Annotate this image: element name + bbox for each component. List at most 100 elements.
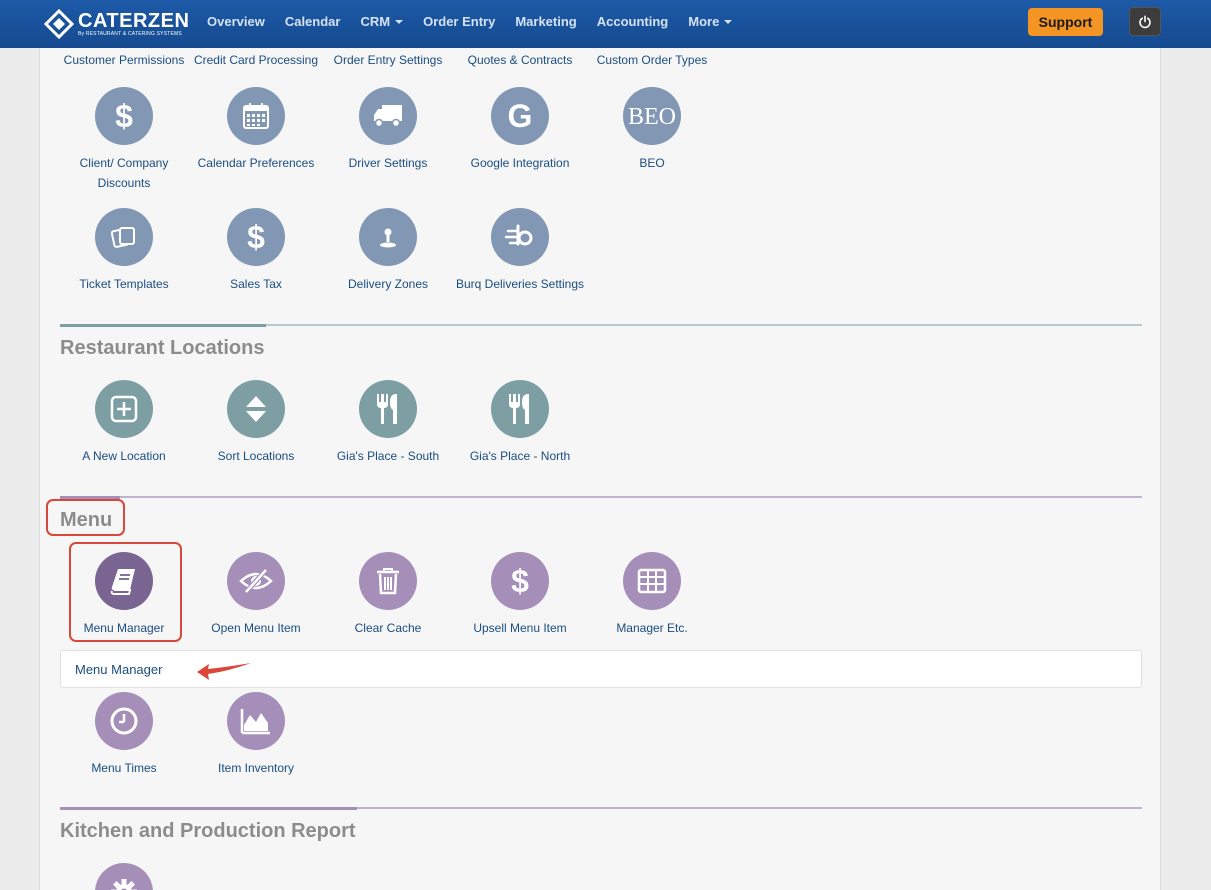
svg-text:BEO: BEO: [628, 104, 676, 130]
link-order-entry-settings[interactable]: Order Entry Settings: [334, 53, 443, 67]
highlight-box-menu-manager: [69, 542, 182, 642]
tile-label: Open Menu Item: [211, 621, 301, 635]
logo-mark-icon: [44, 9, 74, 39]
nav-more-dropdown[interactable]: More: [678, 0, 742, 44]
tile-sort-locations[interactable]: Sort Locations: [190, 380, 322, 466]
tile-open-menu-item[interactable]: Open Menu Item: [190, 552, 322, 638]
tile-label: Upsell Menu Item: [473, 621, 567, 635]
calendar-icon: [227, 87, 285, 145]
dollar-icon: $: [491, 552, 549, 610]
link-credit-card-processing[interactable]: Credit Card Processing: [194, 53, 318, 67]
dollar-icon: $: [95, 87, 153, 145]
tile-google-integration[interactable]: G Google Integration: [454, 87, 586, 173]
tile-menu-times[interactable]: Menu Times: [58, 692, 190, 778]
tile-label: Client/ Company Discounts: [79, 156, 169, 190]
nav-crm-label: CRM: [360, 14, 391, 29]
clock-icon: [95, 692, 153, 750]
tile-gias-place-north[interactable]: Gia's Place - North: [454, 380, 586, 466]
section-divider: [60, 496, 1142, 498]
support-button[interactable]: Support: [1028, 8, 1103, 36]
tile-driver-settings[interactable]: Driver Settings: [322, 87, 454, 173]
power-icon: [1139, 14, 1151, 28]
nav-calendar[interactable]: Calendar: [275, 0, 351, 44]
top-navbar: CATERZEN By RESTAURANT & CATERING SYSTEM…: [0, 0, 1211, 48]
logo-name: CATERZEN: [78, 9, 190, 32]
caret-down-icon: [395, 20, 404, 24]
tile-manager-etc[interactable]: Manager Etc.: [586, 552, 718, 638]
tooltip-bar: Menu Manager: [60, 650, 1142, 688]
nav-order-entry-label: Order Entry: [423, 14, 496, 29]
nav-more-label: More: [688, 14, 720, 29]
tooltip-text: Menu Manager: [75, 662, 163, 677]
tile-gias-place-south[interactable]: Gia's Place - South: [322, 380, 454, 466]
tile-beo[interactable]: BEO BEO: [586, 87, 718, 173]
link-customer-permissions[interactable]: Customer Permissions: [64, 53, 185, 67]
section-title-restaurant-locations: Restaurant Locations: [60, 337, 265, 359]
truck-icon: [359, 87, 417, 145]
utensils-icon: [359, 380, 417, 438]
nav-order-entry[interactable]: Order Entry: [413, 0, 505, 44]
tile-kitchen-settings[interactable]: [58, 863, 190, 890]
tile-a-new-location[interactable]: A New Location: [58, 380, 190, 466]
tile-burq-deliveries-settings[interactable]: Burq Deliveries Settings: [454, 208, 586, 294]
tile-label: Delivery Zones: [347, 277, 429, 291]
section-title-kitchen-production-report: Kitchen and Production Report: [60, 820, 356, 842]
copy-icon: [95, 208, 153, 266]
tile-sales-tax[interactable]: $ Sales Tax: [190, 208, 322, 294]
tile-label: Ticket Templates: [79, 277, 169, 291]
caterzen-logo[interactable]: CATERZEN By RESTAURANT & CATERING SYSTEM…: [44, 8, 189, 40]
trash-icon: [359, 552, 417, 610]
eye-slash-icon: [227, 552, 285, 610]
link-quotes-contracts[interactable]: Quotes & Contracts: [468, 53, 573, 67]
tile-delivery-zones[interactable]: Delivery Zones: [322, 208, 454, 294]
gear-icon: [95, 863, 153, 890]
tile-client-company-discounts[interactable]: $ Client/ Company Discounts: [58, 87, 190, 193]
tile-label: Manager Etc.: [616, 621, 688, 635]
tile-item-inventory[interactable]: Item Inventory: [190, 692, 322, 778]
tile-label: Gia's Place - North: [469, 449, 571, 463]
logo-subtitle: By RESTAURANT & CATERING SYSTEMS: [78, 30, 182, 37]
arrow-icon: [197, 663, 251, 680]
settings-content: Customer Permissions Credit Card Process…: [39, 48, 1161, 890]
svg-text:$: $: [115, 99, 133, 133]
tile-label: Burq Deliveries Settings: [455, 277, 585, 291]
tile-label: Sales Tax: [230, 277, 282, 291]
link-custom-order-types[interactable]: Custom Order Types: [597, 53, 707, 67]
nav-crm-dropdown[interactable]: CRM: [350, 0, 413, 44]
svg-text:G: G: [508, 100, 533, 132]
tile-label: Item Inventory: [217, 761, 295, 775]
tile-calendar-preferences[interactable]: Calendar Preferences: [190, 87, 322, 173]
nav-accounting-label: Accounting: [596, 14, 669, 29]
caret-down-icon: [724, 20, 733, 24]
section-divider-accent: [60, 807, 357, 810]
nav-marketing-label: Marketing: [515, 14, 577, 29]
beo-icon: BEO: [623, 87, 681, 145]
nav-overview[interactable]: Overview: [197, 0, 275, 44]
logout-button[interactable]: [1129, 7, 1161, 36]
nav-accounting[interactable]: Accounting: [587, 0, 679, 44]
logo-text: CATERZEN By RESTAURANT & CATERING SYSTEM…: [78, 11, 189, 38]
dollar-icon: $: [227, 208, 285, 266]
svg-text:$: $: [247, 220, 265, 254]
tile-label: Menu Times: [91, 761, 157, 775]
tile-upsell-menu-item[interactable]: $ Upsell Menu Item: [454, 552, 586, 638]
plus-square-icon: [95, 380, 153, 438]
tile-label: A New Location: [82, 449, 166, 463]
utensils-icon: [491, 380, 549, 438]
tile-label: BEO: [639, 156, 665, 170]
nav-overview-label: Overview: [207, 14, 265, 29]
nav-calendar-label: Calendar: [284, 14, 341, 29]
tile-clear-cache[interactable]: Clear Cache: [322, 552, 454, 638]
burq-icon: [491, 208, 549, 266]
tile-label: Gia's Place - South: [336, 449, 440, 463]
highlight-box-menu-title: [46, 499, 125, 536]
nav-marketing[interactable]: Marketing: [505, 0, 586, 44]
section-divider-accent: [60, 324, 266, 327]
map-pin-icon: [359, 208, 417, 266]
table-icon: [623, 552, 681, 610]
tile-ticket-templates[interactable]: Ticket Templates: [58, 208, 190, 294]
area-chart-icon: [227, 692, 285, 750]
tile-label: Calendar Preferences: [197, 156, 315, 170]
svg-text:$: $: [511, 564, 529, 598]
tile-label: Clear Cache: [354, 621, 422, 635]
